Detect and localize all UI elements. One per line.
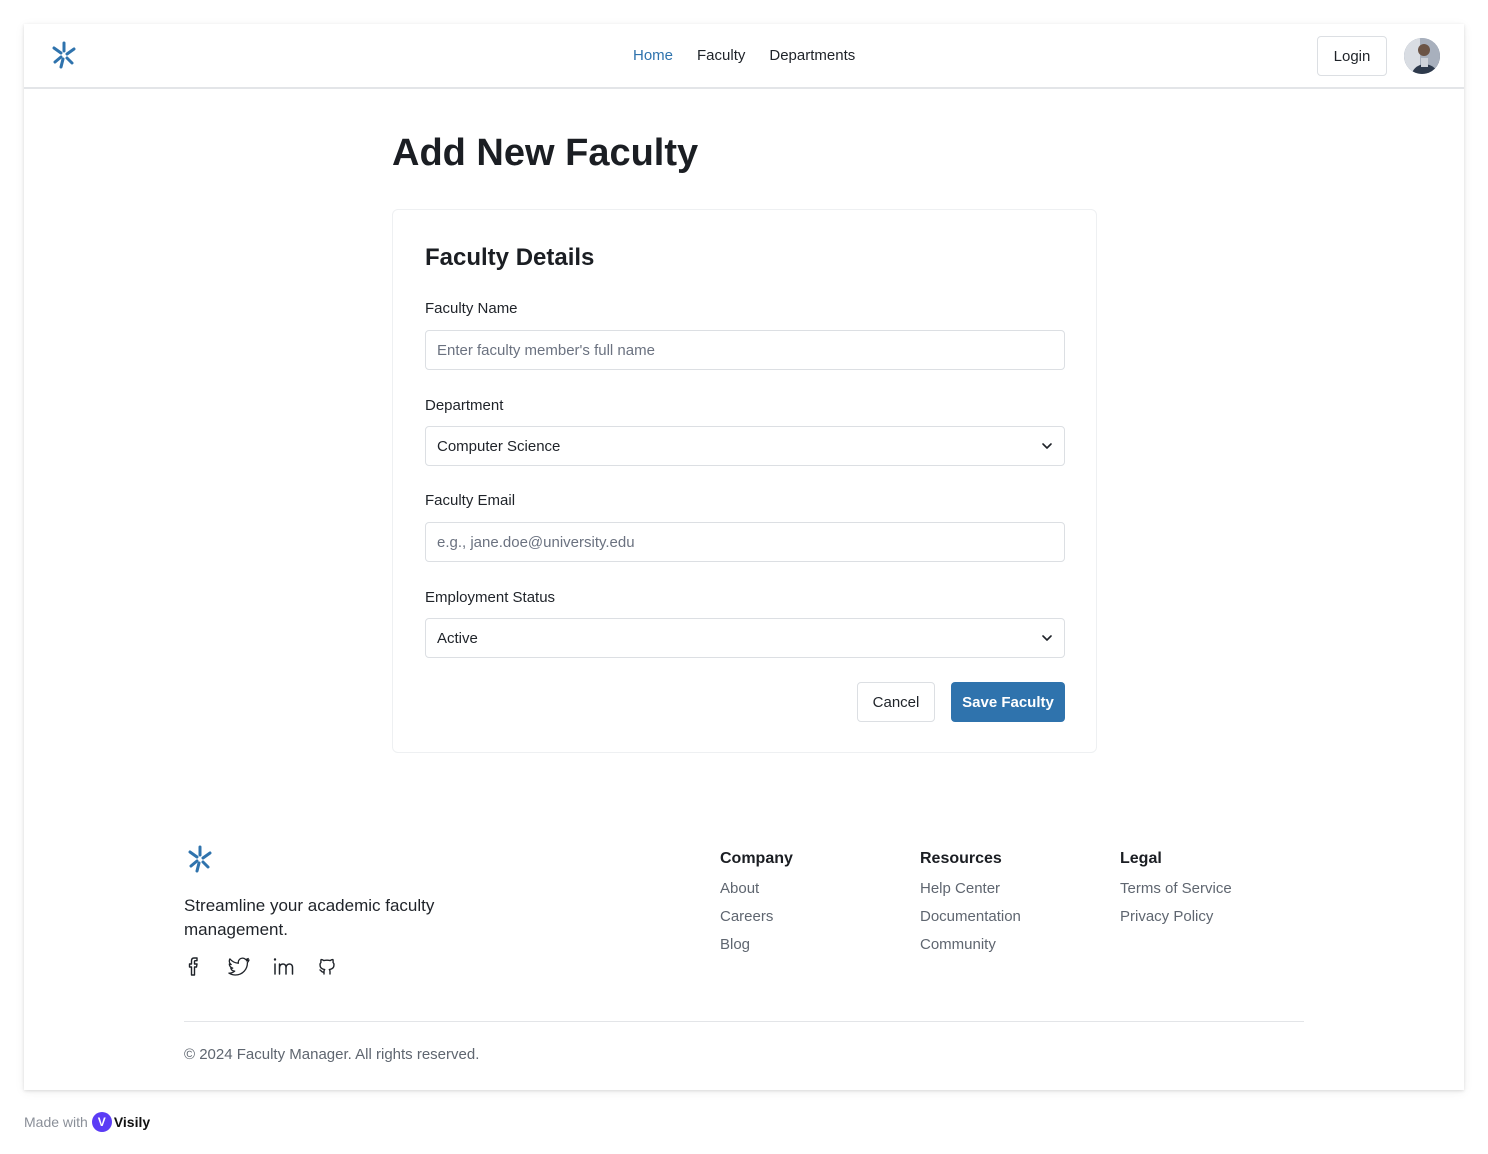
faculty-details-card: Faculty Details Faculty Name Department … bbox=[392, 209, 1097, 753]
chevron-down-icon bbox=[1042, 443, 1052, 449]
footer-divider bbox=[184, 1021, 1304, 1022]
page-title: Add New Faculty bbox=[392, 132, 699, 174]
twitter-icon[interactable] bbox=[228, 955, 250, 977]
visily-mark-icon: V bbox=[91, 1112, 112, 1132]
footer-link-documentation[interactable]: Documentation bbox=[920, 908, 1021, 926]
department-selected-value: Computer Science bbox=[437, 437, 561, 455]
footer-column-resources: Resources Help Center Documentation Comm… bbox=[920, 850, 1021, 964]
faculty-email-field[interactable] bbox=[425, 522, 1065, 562]
asterisk-logo-icon[interactable] bbox=[50, 40, 78, 70]
footer-column-legal: Legal Terms of Service Privacy Policy bbox=[1120, 850, 1232, 936]
faculty-name-field[interactable] bbox=[425, 330, 1065, 370]
made-with-badge[interactable]: Made with V Visily bbox=[24, 1112, 150, 1132]
card-title: Faculty Details bbox=[425, 244, 595, 271]
faculty-email-label: Faculty Email bbox=[425, 492, 516, 509]
footer-link-privacy[interactable]: Privacy Policy bbox=[1120, 908, 1232, 926]
social-links bbox=[184, 955, 336, 977]
nav-faculty[interactable]: Faculty bbox=[697, 47, 745, 64]
footer-heading-company: Company bbox=[720, 850, 793, 867]
nav-home[interactable]: Home bbox=[633, 47, 673, 64]
user-avatar[interactable] bbox=[1404, 38, 1440, 74]
cancel-button[interactable]: Cancel bbox=[857, 682, 935, 722]
chevron-down-icon bbox=[1042, 635, 1052, 641]
top-header: Home Faculty Departments Login bbox=[24, 24, 1464, 89]
footer-link-careers[interactable]: Careers bbox=[720, 908, 793, 926]
save-faculty-button[interactable]: Save Faculty bbox=[951, 682, 1065, 722]
nav-departments[interactable]: Departments bbox=[769, 47, 855, 64]
made-with-text: Made with bbox=[24, 1114, 88, 1130]
footer-link-blog[interactable]: Blog bbox=[720, 936, 793, 954]
department-select[interactable]: Computer Science bbox=[425, 426, 1065, 466]
github-icon[interactable] bbox=[316, 955, 336, 977]
app-frame: Home Faculty Departments Login Add New F… bbox=[24, 24, 1464, 1090]
footer-copyright: © 2024 Faculty Manager. All rights reser… bbox=[184, 1046, 480, 1063]
footer-link-terms[interactable]: Terms of Service bbox=[1120, 880, 1232, 898]
linkedin-icon[interactable] bbox=[272, 955, 294, 977]
employment-status-selected-value: Active bbox=[437, 629, 478, 647]
employment-status-label: Employment Status bbox=[425, 589, 556, 606]
visily-brand-text: Visily bbox=[113, 1114, 151, 1130]
main-nav: Home Faculty Departments bbox=[633, 47, 855, 64]
footer-link-about[interactable]: About bbox=[720, 880, 793, 898]
department-label: Department bbox=[425, 397, 504, 414]
avatar-photo-icon bbox=[1404, 38, 1440, 74]
footer-heading-resources: Resources bbox=[920, 850, 1002, 867]
footer-tagline: Streamline your academic faculty managem… bbox=[184, 896, 435, 939]
footer-column-company: Company About Careers Blog bbox=[720, 850, 793, 964]
footer-link-help-center[interactable]: Help Center bbox=[920, 880, 1021, 898]
faculty-name-label: Faculty Name bbox=[425, 300, 518, 317]
faculty-email-input[interactable] bbox=[437, 523, 1053, 561]
employment-status-select[interactable]: Active bbox=[425, 618, 1065, 658]
facebook-icon[interactable] bbox=[184, 955, 204, 977]
footer-link-community[interactable]: Community bbox=[920, 936, 1021, 954]
login-button[interactable]: Login bbox=[1317, 36, 1387, 76]
visily-logo: V Visily bbox=[91, 1112, 151, 1132]
asterisk-logo-icon bbox=[188, 845, 212, 873]
faculty-name-input[interactable] bbox=[437, 331, 1053, 369]
footer-heading-legal: Legal bbox=[1120, 850, 1162, 867]
